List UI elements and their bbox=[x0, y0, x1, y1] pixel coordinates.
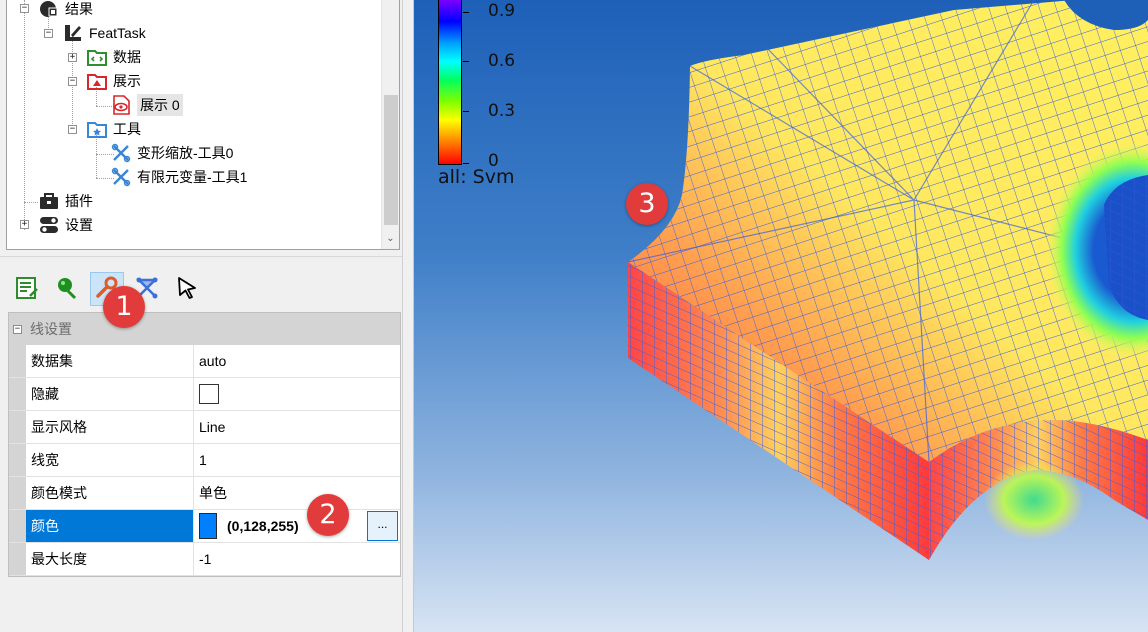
tree-item-deform-tool[interactable]: 变形缩放-工具0 bbox=[111, 141, 233, 165]
expander-data[interactable]: + bbox=[68, 53, 77, 62]
prop-row-line-width[interactable]: 线宽 1 bbox=[9, 444, 400, 477]
left-panel: − 结果 − FeatTask + 数据 − 展示 展示 0 − 工具 变形缩放… bbox=[0, 0, 408, 632]
tree-item-label: 变形缩放-工具0 bbox=[137, 145, 234, 161]
3d-viewport[interactable]: 0.9 0.6 0.3 0 all: Svm bbox=[414, 0, 1148, 632]
color-value[interactable]: (0,128,255) bbox=[227, 518, 299, 534]
color-bar-title: all: Svm bbox=[438, 166, 515, 188]
tree-item-label: 结果 bbox=[65, 1, 93, 17]
tree-item-settings[interactable]: 设置 bbox=[39, 213, 93, 237]
prop-name: 隐藏 bbox=[26, 378, 194, 410]
property-toolbar bbox=[6, 268, 401, 310]
properties-list-icon bbox=[15, 276, 39, 303]
prop-name: 数据集 bbox=[26, 345, 194, 377]
color-pin-icon bbox=[55, 276, 79, 303]
prop-row-display-style[interactable]: 显示风格 Line bbox=[9, 411, 400, 444]
expander-display[interactable]: − bbox=[68, 77, 77, 86]
prop-name: 最大长度 bbox=[26, 543, 194, 575]
tree-item-tools[interactable]: 工具 bbox=[87, 117, 141, 141]
prop-value[interactable]: -1 bbox=[194, 543, 400, 575]
tool-item-icon bbox=[111, 143, 131, 163]
panel-splitter[interactable] bbox=[0, 256, 408, 266]
tree-item-label: 展示 0 bbox=[137, 94, 183, 116]
feattask-icon bbox=[63, 23, 83, 43]
color-pin-button[interactable] bbox=[50, 272, 84, 306]
tree-item-label: 数据 bbox=[113, 49, 141, 65]
property-grid: − 线设置 数据集 auto 隐藏 显示风格 Line 线宽 1 颜色模式 单色… bbox=[8, 312, 401, 577]
hidden-checkbox[interactable] bbox=[199, 384, 219, 404]
tree-item-results[interactable]: 结果 bbox=[39, 0, 93, 21]
display-folder-icon bbox=[87, 71, 107, 91]
color-bar-tick: 0.3 bbox=[488, 101, 516, 121]
app-window: − 结果 − FeatTask + 数据 − 展示 展示 0 − 工具 变形缩放… bbox=[0, 0, 1148, 632]
color-bar-tick: 0.9 bbox=[488, 1, 516, 21]
display-item-icon bbox=[111, 95, 131, 115]
prop-row-max-length[interactable]: 最大长度 -1 bbox=[9, 543, 400, 576]
tree-item-label: 插件 bbox=[65, 193, 93, 209]
prop-name: 颜色 bbox=[26, 510, 194, 542]
tree-item-display-0[interactable]: 展示 0 bbox=[111, 93, 183, 117]
result-tree[interactable]: − 结果 − FeatTask + 数据 − 展示 展示 0 − 工具 变形缩放… bbox=[6, 0, 400, 250]
prop-name: 显示风格 bbox=[26, 411, 194, 443]
tree-item-label: 有限元变量-工具1 bbox=[137, 169, 248, 185]
prop-name: 颜色模式 bbox=[26, 477, 194, 509]
prop-name: 线宽 bbox=[26, 444, 194, 476]
tree-item-display[interactable]: 展示 bbox=[87, 69, 141, 93]
color-bar-tick: 0.6 bbox=[488, 51, 516, 71]
tree-scrollbar-thumb[interactable] bbox=[384, 95, 398, 225]
prop-row-hidden[interactable]: 隐藏 bbox=[9, 378, 400, 411]
settings-toggle-icon bbox=[39, 215, 59, 235]
group-line-settings[interactable]: − 线设置 bbox=[9, 313, 400, 345]
tree-item-feattask[interactable]: FeatTask bbox=[63, 21, 146, 45]
tree-item-plugins[interactable]: 插件 bbox=[39, 189, 93, 213]
tools-folder-icon bbox=[87, 119, 107, 139]
properties-list-button[interactable] bbox=[10, 272, 44, 306]
results-icon bbox=[39, 0, 59, 19]
tree-item-label: FeatTask bbox=[89, 25, 146, 41]
tree-scrollbar[interactable]: ⌄ bbox=[381, 0, 399, 249]
group-label: 线设置 bbox=[30, 321, 72, 337]
select-cursor-button[interactable] bbox=[170, 272, 204, 306]
prop-value[interactable]: auto bbox=[194, 345, 400, 377]
prop-row-dataset[interactable]: 数据集 auto bbox=[9, 345, 400, 378]
prop-value[interactable]: 1 bbox=[194, 444, 400, 476]
data-folder-icon bbox=[87, 47, 107, 67]
expander-settings[interactable]: + bbox=[20, 220, 29, 229]
color-swatch[interactable] bbox=[199, 513, 217, 539]
expander-tools[interactable]: − bbox=[68, 125, 77, 134]
callout-badge-3: 3 bbox=[626, 183, 668, 225]
plugin-icon bbox=[39, 191, 59, 211]
tool-item-icon bbox=[111, 167, 131, 187]
tree-item-label: 设置 bbox=[65, 217, 93, 233]
color-bar-legend bbox=[438, 0, 462, 165]
fem-mesh-model bbox=[627, 0, 1148, 560]
tree-item-label: 工具 bbox=[113, 121, 141, 137]
tree-item-label: 展示 bbox=[113, 73, 141, 89]
callout-badge-2: 2 bbox=[307, 494, 349, 536]
tree-item-data[interactable]: 数据 bbox=[87, 45, 141, 69]
callout-badge-1: 1 bbox=[103, 286, 145, 328]
group-expander[interactable]: − bbox=[13, 324, 22, 334]
color-picker-button[interactable]: ... bbox=[367, 511, 398, 541]
scroll-down-icon[interactable]: ⌄ bbox=[382, 230, 399, 247]
vertical-splitter[interactable] bbox=[402, 0, 414, 632]
expander-feattask[interactable]: − bbox=[44, 29, 53, 38]
expander-results[interactable]: − bbox=[20, 4, 29, 13]
tree-item-fem-tool[interactable]: 有限元变量-工具1 bbox=[111, 165, 247, 189]
prop-value[interactable]: 单色 bbox=[194, 477, 400, 509]
select-cursor-icon bbox=[175, 276, 199, 303]
prop-value[interactable]: Line bbox=[194, 411, 400, 443]
